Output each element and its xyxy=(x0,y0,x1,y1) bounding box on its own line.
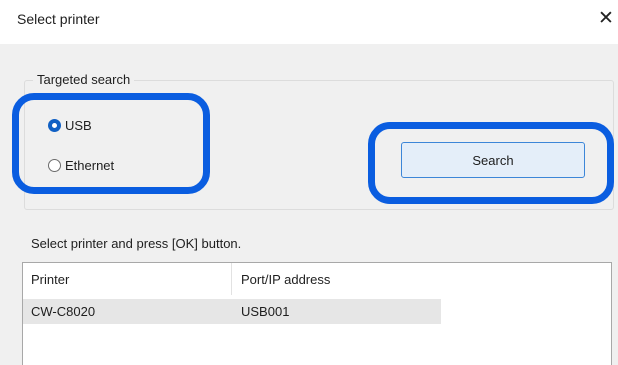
port-cell: USB001 xyxy=(241,304,290,319)
usb-radio-option[interactable]: USB xyxy=(48,118,92,133)
dialog-title: Select printer xyxy=(17,11,100,27)
column-header-port[interactable]: Port/IP address xyxy=(233,263,440,295)
usb-radio-label: USB xyxy=(65,118,92,133)
ethernet-radio-option[interactable]: Ethernet xyxy=(48,158,114,173)
targeted-search-legend: Targeted search xyxy=(33,72,135,87)
column-header-printer[interactable]: Printer xyxy=(23,263,232,295)
printer-name-cell: CW-C8020 xyxy=(31,304,96,319)
close-icon[interactable]: ✕ xyxy=(598,8,614,30)
search-button[interactable]: Search xyxy=(401,142,585,178)
dialog-titlebar: Select printer ✕ xyxy=(0,0,618,44)
table-row[interactable]: CW-C8020 USB001 xyxy=(23,299,441,324)
ethernet-radio-label: Ethernet xyxy=(65,158,115,173)
usb-radio-button[interactable] xyxy=(48,119,61,132)
ethernet-radio-button[interactable] xyxy=(48,159,61,172)
instruction-text: Select printer and press [OK] button. xyxy=(31,236,242,251)
